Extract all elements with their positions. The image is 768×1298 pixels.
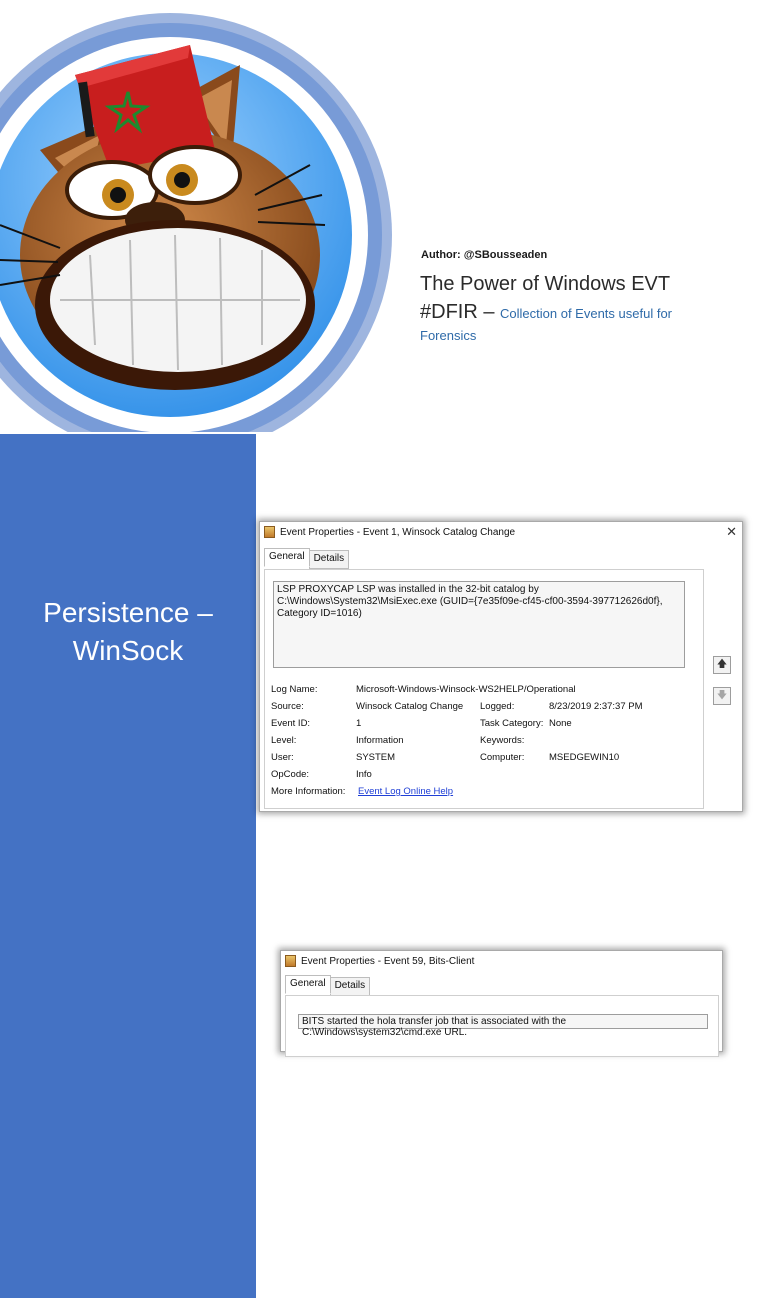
event-viewer-app-icon xyxy=(285,955,296,967)
event-properties-window-2: Event Properties - Event 59, Bits-Client… xyxy=(280,950,723,1057)
window-titlebar: Event Properties - Event 1, Winsock Cata… xyxy=(260,522,742,542)
opcode-value: Info xyxy=(356,769,372,780)
event-properties-window: Event Properties - Event 1, Winsock Cata… xyxy=(259,521,743,812)
general-panel: LSP PROXYCAP LSP was installed in the 32… xyxy=(264,569,704,809)
window-title: Event Properties - Event 1, Winsock Cata… xyxy=(280,526,516,538)
title-line-2: #DFIR – Collection of Events useful for xyxy=(420,298,720,328)
user-value: SYSTEM xyxy=(356,752,396,763)
section-title: Persistence – WinSock xyxy=(0,594,256,670)
navigation-arrows: 🡅 🡇 xyxy=(713,656,731,718)
source-label: Source: xyxy=(271,701,304,712)
tab-details[interactable]: Details xyxy=(329,977,371,996)
presentation-title: The Power of Windows EVT #DFIR – Collect… xyxy=(420,270,720,344)
keywords-label: Keywords: xyxy=(480,735,525,746)
event-description[interactable]: LSP PROXYCAP LSP was installed in the 32… xyxy=(273,581,685,668)
tab-details[interactable]: Details xyxy=(308,550,350,569)
level-value: Information xyxy=(356,735,404,746)
window-title-2: Event Properties - Event 59, Bits-Client xyxy=(301,955,475,967)
source-value: Winsock Catalog Change xyxy=(356,701,464,712)
general-panel-2: BITS started the hola transfer job that … xyxy=(285,995,719,1057)
logged-value: 8/23/2019 2:37:37 PM xyxy=(549,701,643,712)
window-titlebar-2: Event Properties - Event 59, Bits-Client xyxy=(281,951,722,971)
slide-bits-client: Event Properties - Event 59, Bits-Client… xyxy=(0,866,768,1298)
tab-general[interactable]: General xyxy=(285,975,331,994)
log-name-label: Log Name: xyxy=(271,684,318,695)
title-hashtag: #DFIR – xyxy=(420,301,501,323)
author-credit: Author: @SBousseaden xyxy=(421,249,548,261)
close-icon[interactable]: ✕ xyxy=(726,524,737,540)
more-information-label: More Information: xyxy=(271,786,346,797)
event-id-value: 1 xyxy=(356,718,362,729)
cat-mascot-fez-logo xyxy=(0,13,392,432)
event-description-2[interactable]: BITS started the hola transfer job that … xyxy=(298,1014,708,1038)
title-line-1: The Power of Windows EVT xyxy=(420,273,671,295)
tab-general[interactable]: General xyxy=(264,548,310,567)
arrow-down-icon[interactable]: 🡇 xyxy=(713,687,731,705)
log-name-value: Microsoft-Windows-Winsock-WS2HELP/Operat… xyxy=(356,684,576,695)
level-label: Level: xyxy=(271,735,297,746)
tab-bar-2: General Details xyxy=(285,975,371,996)
task-category-label: Task Category: xyxy=(480,718,544,729)
section-sidebar: Persistence – WinSock xyxy=(0,434,256,866)
event-viewer-app-icon xyxy=(264,526,275,538)
slide-persistence-winsock: Persistence – WinSock Event Properties -… xyxy=(0,434,768,866)
arrow-up-icon[interactable]: 🡅 xyxy=(713,656,731,674)
event-log-online-help-link[interactable]: Event Log Online Help xyxy=(358,786,453,797)
section-sidebar-2 xyxy=(0,866,256,1298)
opcode-label: OpCode: xyxy=(271,769,310,780)
cover-slide: Author: @SBousseaden The Power of Window… xyxy=(0,0,768,432)
section-title-line-2: WinSock xyxy=(72,635,184,666)
tab-bar: General Details xyxy=(264,548,350,569)
computer-value: MSEDGEWIN10 xyxy=(549,752,620,763)
logged-label: Logged: xyxy=(480,701,515,712)
computer-label: Computer: xyxy=(480,752,525,763)
user-label: User: xyxy=(271,752,294,763)
title-subtitle: Collection of Events useful for xyxy=(500,306,673,321)
title-line-3: Forensics xyxy=(420,328,477,343)
section-title-line-1: Persistence – xyxy=(43,597,213,628)
event-id-label: Event ID: xyxy=(271,718,311,729)
task-category-value: None xyxy=(549,718,572,729)
